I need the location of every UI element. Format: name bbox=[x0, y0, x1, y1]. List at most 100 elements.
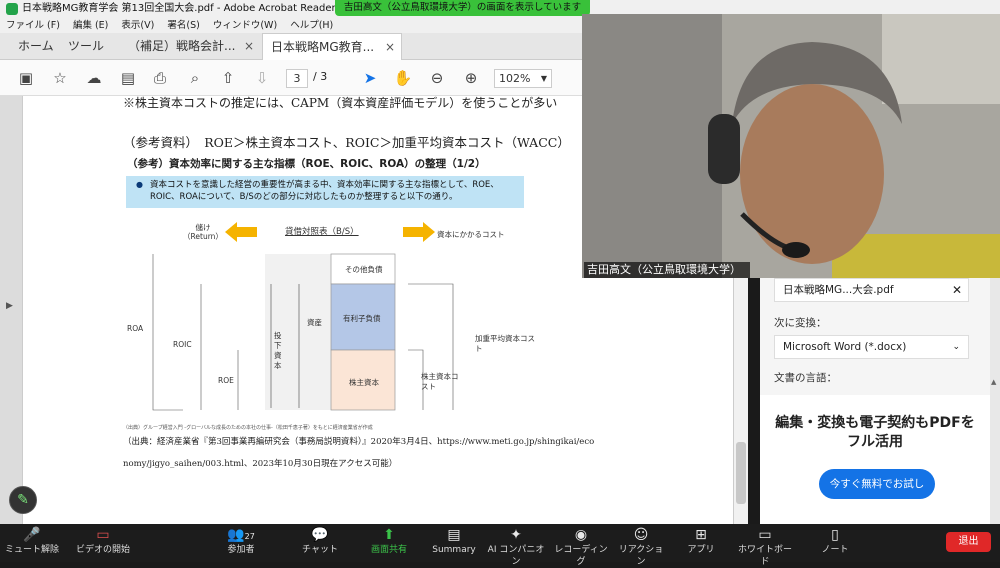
menu-help[interactable]: ヘルプ(H) bbox=[290, 20, 333, 31]
page-down-icon[interactable]: ⇩ bbox=[252, 68, 272, 88]
doc-ref-heading: （参考資料） ROE＞株主資本コスト、ROIC＞加重平均資本コスト（WACC） bbox=[123, 135, 570, 150]
roe-label: ROE bbox=[218, 376, 234, 385]
summary-button[interactable]: ▤ Summary bbox=[430, 524, 478, 562]
tab-document-1[interactable]: （補足）戦略会計... × bbox=[120, 33, 260, 60]
chevron-down-icon: ⌄ bbox=[952, 342, 960, 352]
unmute-button[interactable]: 🎤 ミュート解除 bbox=[4, 524, 60, 562]
equity-cost-label: 株主資本コスト bbox=[421, 372, 459, 391]
tab-tools[interactable]: ツール bbox=[60, 33, 112, 60]
start-video-button[interactable]: ▭ ビデオの開始 bbox=[72, 524, 134, 562]
wacc-label: 加重平均資本コスト bbox=[475, 334, 535, 353]
menu-view[interactable]: 表示(V) bbox=[121, 20, 154, 31]
participants-button[interactable]: 👥27 参加者 bbox=[220, 524, 262, 562]
free-trial-button[interactable]: 今すぐ無料でお試し bbox=[819, 469, 935, 499]
whiteboard-button[interactable]: ▭ ホワイトボード bbox=[734, 524, 796, 567]
upload-cloud-icon[interactable]: ☁ bbox=[84, 68, 104, 88]
bullet-text: 資本コストを意識した経営の重要性が高まる中、資本効率に関する主な指標として、RO… bbox=[150, 180, 499, 202]
reactions-button[interactable]: ☺ リアクション bbox=[616, 524, 666, 567]
window-title: 日本戦略MG教育学会 第13回全国大会.pdf - Adobe Acrobat … bbox=[22, 3, 376, 14]
emoji-icon: ☺ bbox=[633, 527, 649, 543]
invested-capital-label: 投下資本 bbox=[274, 331, 282, 370]
close-icon[interactable]: ✕ bbox=[952, 279, 962, 301]
roic-label: ROIC bbox=[173, 340, 192, 349]
convert-format-value: Microsoft Word (*.docx) bbox=[783, 341, 907, 353]
capital-cost-label: 資本にかかるコスト bbox=[437, 230, 505, 239]
bullet-box: ● 資本コストを意識した経営の重要性が高まる中、資本効率に関する主な指標として、… bbox=[126, 176, 524, 208]
bullet-icon: ● bbox=[136, 180, 143, 189]
whiteboard-icon: ▭ bbox=[758, 527, 772, 543]
equity-label: 株主資本 bbox=[349, 378, 379, 387]
hand-tool-icon[interactable]: ✋ bbox=[393, 68, 413, 88]
slide-title: （参考）資本効率に関する主な指標（ROE、ROIC、ROA）の整理（1/2） bbox=[127, 158, 486, 170]
other-liabilities-label: その他負債 bbox=[345, 265, 383, 274]
notes-button[interactable]: ▯ ノート bbox=[820, 524, 850, 562]
document-language-label: 文書の言語： bbox=[774, 372, 837, 384]
tab-document-2-label: 日本戦略MG教育... bbox=[271, 40, 375, 54]
convert-format-select[interactable]: Microsoft Word (*.docx) ⌄ bbox=[774, 335, 969, 359]
participant-video[interactable] bbox=[582, 14, 1000, 278]
zoom-level-value: 102% bbox=[499, 72, 531, 85]
participants-icon: 👥27 bbox=[227, 527, 255, 543]
chat-button[interactable]: 💬 チャット bbox=[300, 524, 340, 562]
participant-video-frame bbox=[582, 14, 1000, 278]
save-icon[interactable]: ▣ bbox=[16, 68, 36, 88]
video-off-icon: ▭ bbox=[96, 527, 110, 543]
left-collapse-rail: ▶ bbox=[0, 96, 22, 524]
menu-file[interactable]: ファイル (F) bbox=[6, 20, 60, 31]
menu-window[interactable]: ウィンドウ(W) bbox=[213, 20, 277, 31]
promo-text: 編集・変換も電子契約もPDFをフル活用 bbox=[775, 415, 975, 450]
scroll-up-icon[interactable]: ▲ bbox=[991, 378, 996, 386]
record-icon: ◉ bbox=[574, 527, 588, 543]
participant-name-label: 吉田高文（公立鳥取環境大学） bbox=[584, 262, 750, 278]
print-icon[interactable]: ⎙ bbox=[150, 68, 170, 88]
bs-title: 貸借対照表（B/S） bbox=[285, 227, 359, 237]
apps-icon: ⊞ bbox=[695, 527, 707, 543]
select-cursor-icon[interactable]: ➤ bbox=[360, 68, 380, 88]
left-arrow-icon bbox=[225, 222, 257, 242]
zoom-search-icon[interactable]: ⌕ bbox=[185, 68, 205, 88]
lock-document-icon[interactable]: ▤ bbox=[118, 68, 138, 88]
menu-sign[interactable]: 署名(S) bbox=[167, 20, 199, 31]
annotate-pen-icon[interactable]: ✎ bbox=[9, 486, 37, 514]
tab-home[interactable]: ホーム bbox=[10, 33, 62, 60]
convert-to-label: 次に変換： bbox=[774, 317, 827, 329]
doc-text-line: ※株主資本コストの推定には、CAPM（資本資産評価モデル）を使うことが多い bbox=[123, 96, 558, 110]
scrollbar-thumb[interactable] bbox=[736, 442, 746, 504]
roa-bracket bbox=[152, 254, 183, 411]
record-button[interactable]: ◉ レコーディング bbox=[552, 524, 610, 567]
balance-sheet-diagram bbox=[152, 253, 454, 411]
ai-companion-button[interactable]: ✦ AI コンパニオン bbox=[486, 524, 546, 567]
page-up-icon[interactable]: ⇧ bbox=[218, 68, 238, 88]
zoom-level-select[interactable]: 102% ▼ bbox=[494, 69, 552, 88]
page-number-input[interactable]: 3 bbox=[286, 69, 308, 88]
summary-icon: ▤ bbox=[447, 527, 461, 543]
panel-scrollbar[interactable]: ▲ bbox=[990, 278, 1000, 524]
zoom-in-icon[interactable]: ⊕ bbox=[461, 68, 481, 88]
screen-share-banner: 吉田高文（公立鳥取環境大学）の画面を表示しています bbox=[335, 0, 590, 16]
right-arrow-icon bbox=[403, 222, 435, 242]
muted-mic-icon: 🎤 bbox=[23, 527, 41, 543]
tab-document-2[interactable]: 日本戦略MG教育... × bbox=[262, 33, 402, 60]
sparkle-icon: ✦ bbox=[510, 527, 522, 543]
leave-meeting-button[interactable]: 退出 bbox=[946, 532, 991, 552]
share-screen-icon: ⬆ bbox=[383, 527, 395, 543]
share-screen-button[interactable]: ⬆ 画面共有 bbox=[364, 524, 414, 562]
citation-line-2: nomy/jigyo_saihen/003.html、2023年10月30日現在… bbox=[123, 459, 398, 469]
shield-icon bbox=[6, 3, 18, 15]
expand-arrow-icon[interactable]: ▶ bbox=[6, 301, 13, 311]
selected-file-name: 日本戦略MG...大会.pdf bbox=[783, 284, 894, 296]
close-icon[interactable]: × bbox=[385, 34, 395, 61]
page-total: / 3 bbox=[313, 70, 328, 83]
roa-label: ROA bbox=[127, 324, 144, 333]
chevron-down-icon: ▼ bbox=[540, 74, 547, 83]
apps-button[interactable]: ⊞ アプリ bbox=[686, 524, 716, 562]
menu-edit[interactable]: 編集 (E) bbox=[73, 20, 108, 31]
close-icon[interactable]: × bbox=[244, 33, 254, 60]
zoom-out-icon[interactable]: ⊖ bbox=[427, 68, 447, 88]
notes-icon: ▯ bbox=[831, 527, 839, 543]
star-icon[interactable]: ☆ bbox=[50, 68, 70, 88]
return-label: 儲け（Return） bbox=[183, 223, 223, 241]
citation-line-1: （出典：経済産業省『第3回事業再編研究会（事務局説明資料）』2020年3月4日、… bbox=[123, 437, 595, 447]
tab-document-1-label: （補足）戦略会計... bbox=[128, 39, 236, 53]
selected-file-field: 日本戦略MG...大会.pdf ✕ bbox=[774, 278, 969, 302]
